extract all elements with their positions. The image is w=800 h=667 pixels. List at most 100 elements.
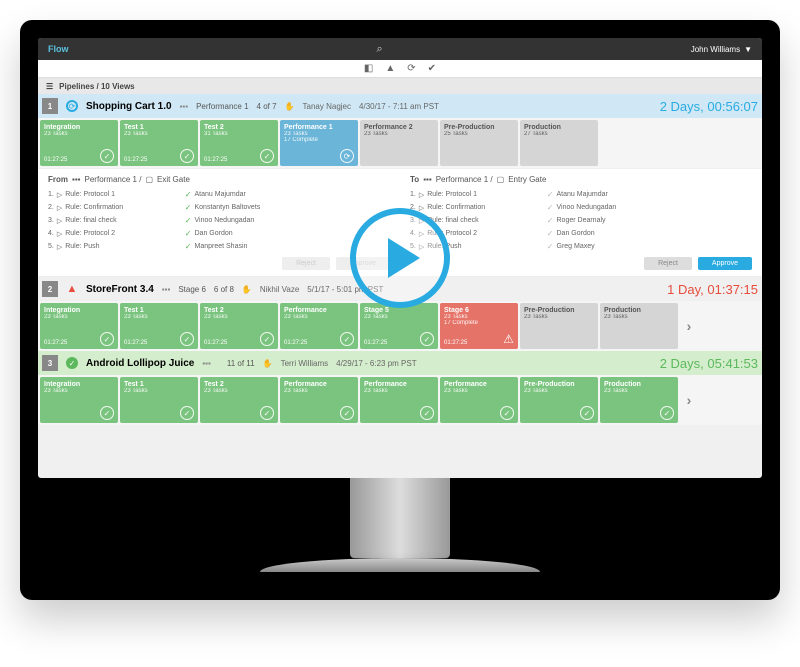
check-icon: ✓	[340, 406, 354, 420]
stage-card[interactable]: Integration 23 Tasks ✓	[40, 377, 118, 423]
scroll-right-icon[interactable]: ›	[680, 377, 698, 423]
stage-name: Performance	[364, 381, 434, 388]
rule-name: Rule: Protocol 1	[65, 191, 115, 198]
pipeline-timer: 2 Days, 00:56:07	[660, 99, 758, 114]
approver-name: Atanu Majumdar	[195, 191, 246, 198]
pending-icon: ✓	[547, 229, 554, 238]
stage-card[interactable]: Integration 23 Tasks 01:27:25✓	[40, 120, 118, 166]
stage-name: Test 2	[204, 307, 274, 314]
pipeline-header[interactable]: 1 ⟳ Shopping Cart 1.0 ▪▪▪ Performance 1 …	[38, 94, 762, 118]
stage-name: Performance	[444, 381, 514, 388]
search-icon[interactable]: ⌕	[377, 43, 383, 56]
rule-name: Rule: Protocol 1	[427, 191, 477, 198]
stage-card[interactable]: Performance 23 Tasks 01:27:25✓	[280, 303, 358, 349]
stage-card[interactable]: Performance 23 Tasks ✓	[440, 377, 518, 423]
stage-tasks: 23 Tasks	[204, 388, 274, 394]
stage-tasks: 27 Tasks	[524, 131, 594, 137]
stage-name: Test 2	[204, 124, 274, 131]
stage-card[interactable]: Pre-Production 25 Tasks	[440, 120, 518, 166]
pipeline-name: StoreFront 3.4	[86, 284, 154, 295]
stage-card[interactable]: Test 1 23 Tasks 01:27:25✓	[120, 120, 198, 166]
check-icon[interactable]: ✔	[428, 63, 436, 74]
breadcrumb: ☰ Pipelines / 10 Views	[38, 78, 762, 94]
warning-icon[interactable]: ▲	[385, 63, 395, 74]
stage-card[interactable]: Production 23 Tasks	[600, 303, 678, 349]
stage-time: 01:27:25	[44, 157, 67, 163]
stage-tasks: 23 Tasks	[204, 314, 274, 320]
monitor-stand-base	[260, 558, 540, 572]
stage-time: 01:27:25	[124, 340, 147, 346]
stage-card[interactable]: Test 1 23 Tasks 01:27:25✓	[120, 303, 198, 349]
refresh-icon[interactable]: ⟳	[407, 63, 415, 74]
rule-name: Rule: final check	[65, 217, 116, 224]
pending-icon: ✓	[547, 242, 554, 251]
stage-card[interactable]: Test 2 23 Tasks 01:27:25✓	[200, 303, 278, 349]
stage-tasks: 23 Tasks	[604, 388, 674, 394]
hand-icon: ✋	[242, 285, 252, 294]
user-menu[interactable]: John Williams ▼	[691, 45, 752, 54]
stage-time: 01:27:25	[124, 157, 147, 163]
stage-name: Test 1	[124, 381, 194, 388]
pipeline-date: 4/30/17 - 7:11 am PST	[359, 102, 439, 111]
stage-name: Stage 5	[364, 307, 434, 314]
stage-subtext: 17 Complete	[444, 320, 514, 326]
gate-rule-row: 5.▷Rule: Push ✓Greg Maxey	[410, 240, 752, 253]
stage-card[interactable]: Performance 2 23 Tasks	[360, 120, 438, 166]
stage-card[interactable]: Stage 5 23 Tasks 01:27:25✓	[360, 303, 438, 349]
stage-card[interactable]: Integration 23 Tasks 01:27:25✓	[40, 303, 118, 349]
stage-card[interactable]: Performance 23 Tasks ✓	[280, 377, 358, 423]
stage-tasks: 23 Tasks	[364, 388, 434, 394]
stage-tasks: 23 Tasks	[44, 131, 114, 137]
menu-icon[interactable]: ☰	[46, 82, 53, 91]
check-icon: ✓	[100, 332, 114, 346]
stage-tasks: 23 Tasks	[44, 314, 114, 320]
stage-name: Performance 2	[364, 124, 434, 131]
monitor-frame: Flow ⌕ John Williams ▼ ◧ ▲ ⟳ ✔ ☰ Pipelin…	[20, 20, 780, 600]
stage-card[interactable]: Performance 1 23 Tasks17 Complete ⟳	[280, 120, 358, 166]
user-name: John Williams	[691, 45, 740, 54]
pipeline-timer: 1 Day, 01:37:15	[667, 282, 758, 297]
stage-name: Production	[604, 381, 674, 388]
stage-tasks: 23 Tasks	[604, 314, 674, 320]
check-icon: ✓	[260, 406, 274, 420]
app-logo: Flow	[48, 44, 69, 54]
stage-track: Integration 23 Tasks 01:27:25✓ Test 1 23…	[38, 301, 762, 351]
check-icon: ✓	[260, 332, 274, 346]
stage-indicator-icon: ▪▪▪	[162, 285, 171, 294]
check-icon: ✓	[185, 190, 192, 199]
pending-icon: ✓	[547, 203, 554, 212]
reject-button[interactable]: Reject	[644, 257, 692, 270]
stage-name: Pre-Production	[444, 124, 514, 131]
stage-card[interactable]: Pre-Production 23 Tasks	[520, 303, 598, 349]
stage-card[interactable]: Performance 23 Tasks ✓	[360, 377, 438, 423]
play-button[interactable]	[350, 208, 450, 308]
approve-button[interactable]: Approve	[698, 257, 752, 270]
stage-card[interactable]: Stage 6 23 Tasks17 Complete 01:27:25⚠	[440, 303, 518, 349]
stage-tasks: 23 Tasks	[284, 314, 354, 320]
stage-card[interactable]: Pre-Production 23 Tasks ✓	[520, 377, 598, 423]
stage-name: Test 2	[204, 381, 274, 388]
stage-name: Performance	[284, 381, 354, 388]
gate-rule-row: 4.▷Rule: Protocol 2 ✓Dan Gordon	[48, 227, 390, 240]
stage-tasks: 23 Tasks	[44, 388, 114, 394]
pipeline-number: 2	[42, 281, 58, 297]
filter-icon[interactable]: ◧	[364, 63, 373, 74]
pipeline-number: 3	[42, 355, 58, 371]
stage-card[interactable]: Production 23 Tasks ✓	[600, 377, 678, 423]
pipeline-owner: Tanay Nagjec	[303, 102, 351, 111]
stage-card[interactable]: Test 1 23 Tasks ✓	[120, 377, 198, 423]
stage-tasks: 23 Tasks	[524, 314, 594, 320]
gate-rule-row: 5.▷Rule: Push ✓Manpreet Shasin	[48, 240, 390, 253]
gate-rule-row: 2.▷Rule: Confirmation ✓Vinoo Nedungadan	[410, 201, 752, 214]
stage-card[interactable]: Production 27 Tasks	[520, 120, 598, 166]
rule-icon: ▷	[57, 204, 62, 212]
scroll-right-icon[interactable]: ›	[680, 303, 698, 349]
stage-card[interactable]: Test 2 31 Tasks 01:27:25✓	[200, 120, 278, 166]
warning-icon: ▲	[66, 283, 78, 295]
pipeline-header[interactable]: 3 ✓ Android Lollipop Juice ▪▪▪ 11 of 11 …	[38, 351, 762, 375]
stage-card[interactable]: Test 2 23 Tasks ✓	[200, 377, 278, 423]
approver-name: Roger Dearnaly	[557, 217, 606, 224]
check-icon: ✓	[420, 332, 434, 346]
approver-name: Manpreet Shasin	[195, 243, 248, 250]
gate-rule-row: 4.▷Rule: Protocol 2 ✓Dan Gordon	[410, 227, 752, 240]
